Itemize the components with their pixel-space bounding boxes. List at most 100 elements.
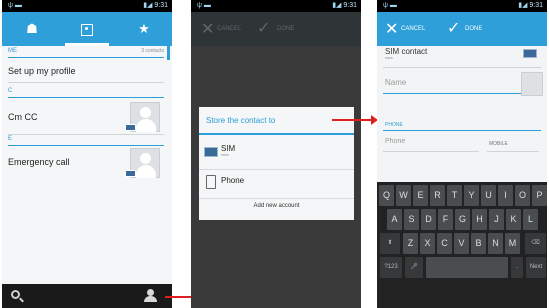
done-button: DONE — [277, 26, 295, 32]
key-z[interactable]: Z — [403, 233, 418, 254]
scrollbar[interactable] — [167, 46, 170, 60]
sim-card-icon — [204, 147, 218, 157]
close-icon[interactable]: ✕ — [385, 19, 398, 39]
action-bar: ✕ CANCEL ✓ DONE — [377, 12, 547, 46]
status-time: 9:31 — [343, 2, 357, 9]
edit-contact-screen: ψ ▬ ▮◢ 9:31 ✕ CANCEL ✓ DONE SIM contact … — [377, 0, 547, 308]
usb-icon: ψ ▬ — [197, 2, 211, 9]
key-next[interactable]: Next — [526, 257, 546, 278]
cancel-button[interactable]: CANCEL — [401, 26, 425, 32]
dialog-divider — [199, 133, 354, 135]
key-u[interactable]: U — [481, 185, 496, 206]
key-m[interactable]: M — [505, 233, 520, 254]
action-bar-disabled: ✕ CANCEL ✓ DONE — [191, 12, 361, 46]
section-header-e: E — [8, 136, 164, 146]
key-v[interactable]: V — [454, 233, 469, 254]
add-account-button[interactable]: Add new account — [199, 203, 354, 209]
key-h[interactable]: H — [472, 209, 487, 230]
contact-photo[interactable] — [521, 72, 543, 96]
divider — [8, 82, 164, 83]
done-button[interactable]: DONE — [465, 26, 482, 32]
key-i[interactable]: I — [498, 185, 513, 206]
divider — [8, 134, 164, 135]
store-contact-dialog: Store the contact to SIM **** Phone Add … — [199, 107, 354, 220]
key-t[interactable]: T — [447, 185, 462, 206]
key-e[interactable]: E — [413, 185, 428, 206]
key-f[interactable]: F — [438, 209, 453, 230]
usb-icon: ψ ▬ — [8, 2, 22, 9]
check-icon: ✓ — [257, 20, 271, 37]
bottom-action-bar — [2, 284, 172, 308]
key-d[interactable]: D — [421, 209, 436, 230]
store-contact-screen: ψ ▬ ▮◢ 9:31 ✕ CANCEL ✓ DONE Store the co… — [191, 0, 361, 308]
key-l[interactable]: L — [523, 209, 538, 230]
search-icon[interactable] — [11, 290, 20, 299]
phone-field[interactable]: Phone — [383, 135, 479, 152]
key-y[interactable]: Y — [464, 185, 479, 206]
star-icon: ★ — [138, 21, 150, 36]
key-s[interactable]: S — [404, 209, 419, 230]
key-period[interactable]: . — [511, 257, 523, 278]
divider — [383, 67, 541, 68]
microphone-icon[interactable]: 🎤︎ — [405, 257, 423, 278]
key-space[interactable] — [426, 257, 508, 278]
status-bar: ψ ▬ ▮◢ 9:31 — [191, 0, 361, 12]
shift-icon[interactable]: ⬆ — [380, 233, 400, 254]
close-icon: ✕ — [201, 21, 215, 38]
sim-badge-icon — [125, 124, 136, 131]
backspace-icon[interactable]: ⌫ — [525, 233, 546, 254]
sim-badge-icon — [125, 170, 136, 177]
phone-icon — [206, 175, 216, 189]
dialog-title: Store the contact to — [206, 116, 276, 125]
section-header-c: C — [8, 88, 164, 98]
tab-contacts[interactable] — [59, 12, 115, 46]
account-sub: **** — [385, 57, 393, 63]
option-phone[interactable]: Phone — [199, 169, 354, 201]
section-divider — [383, 130, 541, 131]
name-field[interactable]: Name — [383, 74, 523, 94]
key-p[interactable]: P — [532, 185, 547, 206]
add-contact-icon[interactable] — [144, 289, 158, 303]
signal-icon: ▮◢ — [518, 2, 530, 9]
usb-icon: ψ ▬ — [383, 2, 397, 9]
key-w[interactable]: W — [396, 185, 411, 206]
status-bar: ψ ▬ ▮◢ 9:31 — [2, 0, 172, 12]
section-header-me: ME 3 contacts — [8, 48, 164, 58]
tab-favorites[interactable]: ★ — [116, 12, 172, 46]
list-item-profile[interactable]: Set up my profile — [8, 66, 164, 76]
option-sim[interactable]: SIM **** — [199, 137, 354, 169]
key-r[interactable]: R — [430, 185, 445, 206]
divider — [199, 198, 354, 199]
key-j[interactable]: J — [489, 209, 504, 230]
contact-count: 3 contacts — [141, 48, 164, 54]
account-label: SIM contact — [385, 47, 428, 56]
key-g[interactable]: G — [455, 209, 470, 230]
sim-card-icon — [523, 49, 537, 58]
key-q[interactable]: Q — [379, 185, 394, 206]
soft-keyboard: QWERTYUIOP ASDFGHJKL ZXCVBNM ?123 🎤︎ . N… — [377, 182, 547, 308]
signal-icon: ▮◢ — [143, 2, 155, 9]
contacts-screen: ψ ▬ ▮◢ 9:31 ☗ ★ ME 3 contacts Set up my … — [2, 0, 172, 308]
red-arrow-annotation — [332, 115, 378, 125]
key-k[interactable]: K — [506, 209, 521, 230]
contact-card-icon — [81, 23, 93, 36]
tab-bar: ☗ ★ — [2, 12, 172, 46]
cancel-button: CANCEL — [217, 26, 242, 32]
groups-icon: ☗ — [26, 21, 38, 36]
key-symbols[interactable]: ?123 — [380, 257, 402, 278]
key-c[interactable]: C — [437, 233, 452, 254]
contact-list[interactable]: ME 3 contacts Set up my profile C Cm CC … — [2, 46, 172, 284]
key-a[interactable]: A — [387, 209, 402, 230]
phone-section-header: PHONE — [385, 122, 403, 128]
signal-icon: ▮◢ — [332, 2, 344, 9]
key-x[interactable]: X — [420, 233, 435, 254]
key-o[interactable]: O — [515, 185, 530, 206]
tab-groups[interactable]: ☗ — [4, 12, 60, 46]
key-b[interactable]: B — [471, 233, 486, 254]
status-time: 9:31 — [529, 2, 543, 9]
key-n[interactable]: N — [488, 233, 503, 254]
check-icon[interactable]: ✓ — [447, 18, 460, 38]
status-bar: ψ ▬ ▮◢ 9:31 — [377, 0, 547, 12]
phone-type-select[interactable]: MOBILE — [487, 135, 539, 152]
status-time: 9:31 — [154, 2, 168, 9]
